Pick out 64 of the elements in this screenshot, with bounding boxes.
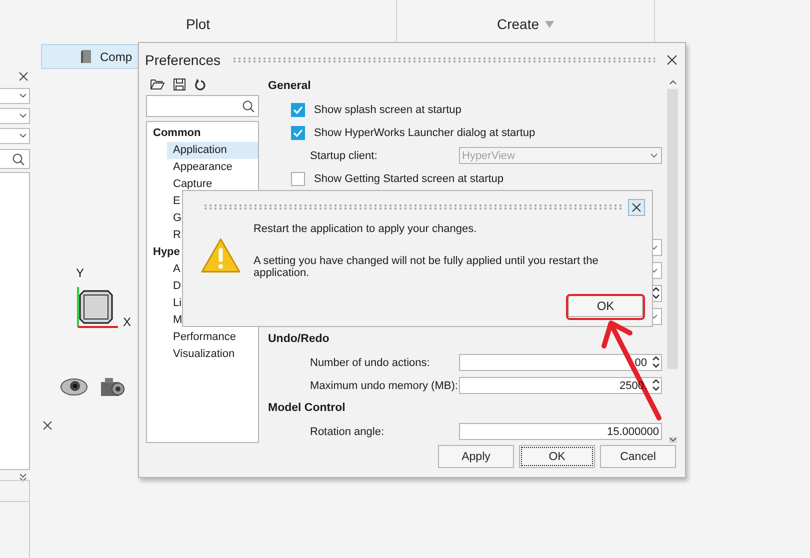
chevron-down-icon	[19, 113, 27, 119]
checkbox-label[interactable]: Show Getting Started screen at startup	[314, 172, 504, 184]
close-button[interactable]	[628, 198, 645, 216]
ribbon-label[interactable]: Create	[496, 16, 554, 32]
scroll-down-icon[interactable]	[668, 437, 676, 443]
search-field[interactable]	[0, 149, 30, 169]
dialog-button[interactable]: OK	[519, 445, 595, 468]
save-icon[interactable]	[173, 78, 186, 90]
checkbox[interactable]	[291, 126, 305, 140]
axis-label: X	[123, 315, 132, 329]
section-heading: Model Control	[268, 401, 346, 416]
search-field[interactable]	[146, 95, 259, 117]
section-heading: Undo/Redo	[268, 332, 330, 347]
expand-icon[interactable]	[19, 473, 27, 482]
alert-message: Restart the application to apply your changes.	[253, 223, 478, 235]
dropdown-field[interactable]	[0, 108, 30, 124]
checkbox[interactable]	[291, 102, 305, 116]
field-label: Startup client:	[310, 150, 378, 162]
close-icon	[632, 202, 641, 212]
spinner-icon[interactable]	[651, 354, 661, 370]
close-icon[interactable]	[667, 54, 677, 64]
tree-item[interactable]: Application	[167, 142, 258, 159]
tree-item[interactable]: Appearance	[167, 159, 258, 176]
refresh-icon[interactable]	[194, 78, 206, 90]
dialog-button[interactable]: Cancel	[600, 445, 676, 468]
eye-icon[interactable]	[60, 377, 88, 397]
checkbox-label[interactable]: Show splash screen at startup	[314, 104, 462, 116]
close-icon[interactable]	[19, 72, 28, 81]
number-field[interactable]: 00	[459, 354, 662, 371]
axis-label: Y	[76, 266, 84, 280]
ribbon-label[interactable]: Plot	[186, 16, 210, 32]
folder-icon[interactable]	[150, 78, 165, 90]
number-field[interactable]: 15.000000	[459, 423, 662, 440]
spinner-icon[interactable]	[651, 285, 661, 301]
search-icon	[242, 100, 255, 112]
tab-label[interactable]: Comp	[100, 50, 132, 64]
field-label: Number of undo actions:	[310, 356, 430, 368]
tree-item[interactable]: Performance	[167, 329, 258, 346]
window-title: Preferences	[145, 52, 220, 68]
tree-item[interactable]: Capture	[167, 176, 258, 193]
scroll-up-icon[interactable]	[668, 79, 676, 85]
close-icon[interactable]	[43, 421, 52, 430]
component-tab[interactable]: Comp	[41, 44, 138, 69]
warning-icon	[200, 237, 242, 274]
checkbox-label[interactable]: Show HyperWorks Launcher dialog at startup	[314, 126, 536, 138]
spinner-icon[interactable]	[651, 377, 661, 393]
tree-item[interactable]: Visualization	[167, 346, 258, 363]
dropdown-field[interactable]	[0, 128, 30, 144]
search-icon	[12, 152, 25, 166]
alert-detail: A setting you have changed will not be fully applied until you restart the application.	[253, 255, 600, 279]
checkbox[interactable]	[291, 172, 305, 186]
field-label: Rotation angle:	[310, 426, 384, 438]
chevron-down-icon	[650, 152, 658, 158]
tree-group[interactable]: Common	[147, 125, 258, 142]
ok-button[interactable]: OK	[568, 295, 643, 317]
camera-icon[interactable]	[100, 376, 126, 398]
view-cube-drawing	[76, 287, 120, 329]
field-label: Maximum undo memory (MB):	[310, 380, 458, 392]
chevron-down-icon	[19, 133, 27, 139]
chevron-down-icon	[19, 93, 27, 99]
dialog-button[interactable]: Apply	[438, 445, 514, 468]
cube-icon	[80, 49, 92, 64]
section-heading: General	[268, 79, 312, 94]
dropdown-field[interactable]	[0, 88, 30, 104]
